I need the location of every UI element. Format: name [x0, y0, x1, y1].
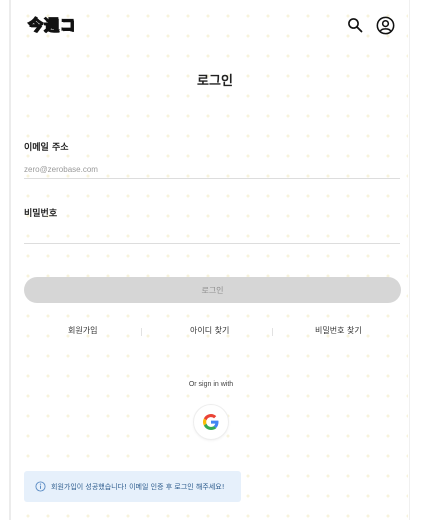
brand-logo[interactable]: 今週コ	[27, 14, 76, 35]
account-links: 회원가입 아이디 찾기 비밀번호 찾기	[24, 325, 401, 339]
link-divider	[141, 328, 142, 336]
google-sign-in-button[interactable]	[193, 404, 229, 440]
header-icons	[344, 14, 396, 36]
search-icon[interactable]	[344, 14, 366, 36]
user-circle-icon[interactable]	[374, 14, 396, 36]
info-icon	[35, 481, 46, 492]
password-field[interactable]	[24, 225, 400, 244]
link-divider	[272, 328, 273, 336]
find-id-link[interactable]: 아이디 찾기	[190, 325, 229, 336]
page-title: 로그인	[197, 74, 233, 89]
signup-success-toast: 회원가입이 성공했습니다! 이메일 인증 후 로그인 해주세요!	[24, 471, 241, 502]
email-label: 이메일 주소	[24, 143, 69, 153]
find-password-link[interactable]: 비밀번호 찾기	[315, 325, 362, 336]
top-header: 今週コ	[14, 10, 408, 40]
or-sign-in-with-text: Or sign in with	[188, 381, 234, 388]
email-field[interactable]	[24, 160, 400, 179]
google-icon	[203, 414, 219, 430]
login-button[interactable]: 로그인	[24, 277, 401, 303]
signup-link[interactable]: 회원가입	[68, 325, 97, 336]
toast-message: 회원가입이 성공했습니다! 이메일 인증 후 로그인 해주세요!	[51, 482, 225, 491]
password-label: 비밀번호	[24, 209, 58, 219]
login-page: 今週コ 로그인 이메일 주소 비밀번호 로그인 회원가입 아이디	[0, 0, 422, 520]
